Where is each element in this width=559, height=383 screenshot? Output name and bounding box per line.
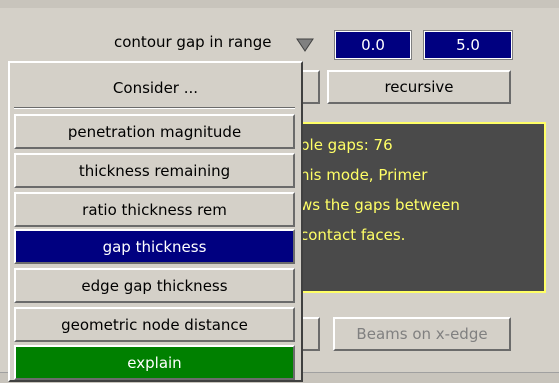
range-min-field[interactable]: 0.0 xyxy=(334,30,412,60)
beams-on-x-edge-button[interactable]: Beams on x-edge xyxy=(333,317,511,351)
info-line: ble gaps: 76 xyxy=(300,136,393,154)
explain-button[interactable]: explain xyxy=(14,345,295,380)
recursive-button[interactable]: recursive xyxy=(327,70,511,104)
info-panel: ble gaps: 76 his mode, Primer ws the gap… xyxy=(264,122,546,293)
menu-item-geometric-node-distance[interactable]: geometric node distance xyxy=(14,307,295,342)
menu-item-ratio-thickness-rem[interactable]: ratio thickness rem xyxy=(14,192,295,227)
popup-separator xyxy=(14,107,295,109)
info-line: his mode, Primer xyxy=(300,166,428,184)
panel-top-edge xyxy=(0,0,559,8)
info-line: ws the gaps between xyxy=(300,196,460,214)
dropdown-arrow-icon[interactable] xyxy=(296,38,314,52)
consider-popup-menu: Consider ... penetration magnitude thick… xyxy=(8,61,303,382)
menu-item-thickness-remaining[interactable]: thickness remaining xyxy=(14,153,295,188)
range-max-field[interactable]: 5.0 xyxy=(423,30,513,60)
menu-item-gap-thickness[interactable]: gap thickness xyxy=(14,229,295,264)
menu-item-edge-gap-thickness[interactable]: edge gap thickness xyxy=(14,268,295,303)
popup-title: Consider ... xyxy=(112,79,199,97)
contour-gap-label: contour gap in range xyxy=(114,33,272,51)
menu-item-penetration-magnitude[interactable]: penetration magnitude xyxy=(14,114,295,149)
info-line: contact faces. xyxy=(300,226,406,244)
